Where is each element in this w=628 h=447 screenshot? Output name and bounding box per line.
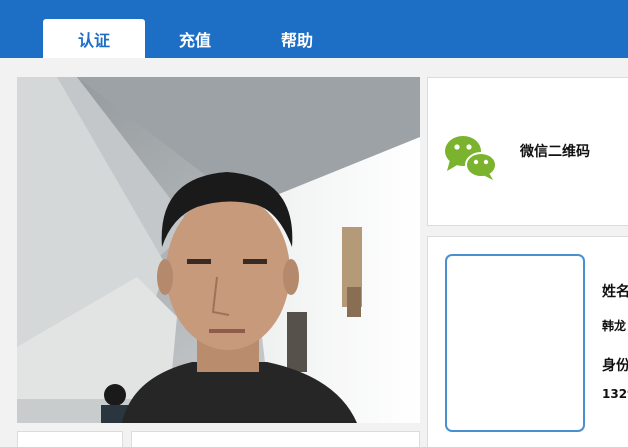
id-label: 身份 (602, 358, 628, 374)
id-photo-slot (445, 254, 585, 432)
top-header-bar: 认证 充值 帮助 (0, 0, 628, 58)
bottom-box-left (17, 431, 123, 447)
tab-help[interactable]: 帮助 (246, 19, 348, 58)
webcam-feed-image (17, 77, 420, 423)
camera-preview (17, 77, 420, 423)
wechat-icon (445, 136, 497, 180)
tab-auth[interactable]: 认证 (43, 19, 145, 58)
wechat-qr-label[interactable]: 微信二维码 (520, 141, 590, 161)
name-label: 姓名 (602, 284, 628, 300)
name-value: 韩龙 (602, 319, 627, 333)
bottom-box-right (131, 431, 420, 447)
id-value: 1329 (602, 387, 628, 401)
tab-recharge[interactable]: 充值 (144, 19, 246, 58)
